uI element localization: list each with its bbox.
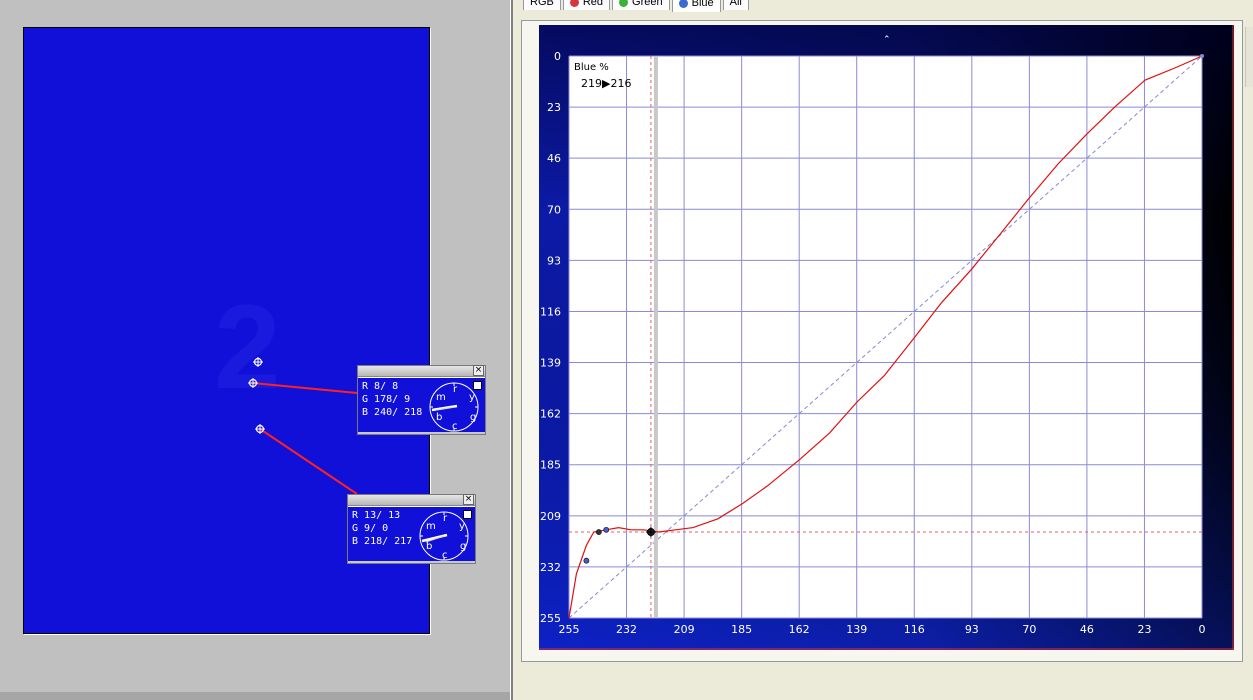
- sample-marker-1[interactable]: [253, 357, 263, 367]
- probe-1-menu-button[interactable]: [473, 381, 482, 390]
- channel-label: Blue %: [574, 62, 609, 73]
- probe-1-b-before: 240: [374, 407, 393, 418]
- probe-2-b-sep: /: [382, 536, 395, 547]
- probe-2-b-after: 217: [394, 536, 413, 547]
- tab-label: All: [729, 0, 742, 8]
- probe-1-dial-m: m: [436, 392, 446, 403]
- y-tick-label: 46: [547, 152, 561, 165]
- y-tick-label: 93: [547, 254, 561, 267]
- probe-1-dial-b: b: [436, 412, 442, 423]
- probe-2-dial-g: g: [460, 541, 466, 552]
- x-tick-label: 93: [965, 623, 979, 636]
- x-tick-label: 185: [731, 623, 752, 636]
- x-tick-label: 23: [1137, 623, 1151, 636]
- probe-2-dial-c: c: [442, 550, 448, 561]
- probe-2-dial-m: m: [426, 521, 436, 532]
- color-probe-1[interactable]: × R 8/ 8 G 178/ 9 B 240/ 218 m r y b c g: [357, 365, 486, 435]
- y-tick-label: 139: [540, 357, 561, 370]
- image-workspace: 2 × R 8/ 8 G 178/ 9 B 240/ 218 m r y b c…: [0, 0, 510, 692]
- probe-1-r-sep: /: [380, 381, 393, 392]
- probe-1-g-label: G: [362, 394, 375, 405]
- color-probe-2[interactable]: × R 13/ 13 G 9/ 0 B 218/ 217 m r y b c g: [347, 494, 476, 564]
- sample-marker-2[interactable]: [248, 378, 258, 388]
- tab-label: Green: [632, 0, 663, 8]
- x-tick-label: 162: [789, 623, 810, 636]
- panel-scrollbar[interactable]: [1245, 27, 1253, 87]
- probe-2-r-before: 13: [364, 510, 377, 521]
- readout-input: 219: [581, 77, 602, 90]
- probe-2-titlebar[interactable]: ×: [348, 494, 475, 506]
- probe-1-b-label: B: [362, 407, 375, 418]
- x-tick-label: 0: [1199, 623, 1206, 636]
- probe-1-body: R 8/ 8 G 178/ 9 B 240/ 218 m r y b c g: [358, 377, 485, 432]
- y-tick-label: 232: [540, 561, 561, 574]
- tab-blue-dot-icon: [678, 0, 688, 8]
- probe-1-g-sep: /: [392, 394, 405, 405]
- probe-1-b-sep: /: [392, 407, 405, 418]
- probe-2-g-after: 0: [382, 523, 389, 534]
- x-tick-label: 255: [559, 623, 580, 636]
- curve-endpoint: [1200, 54, 1204, 58]
- probe-1-dial-c: c: [452, 421, 458, 432]
- probe-2-dial-y: y: [459, 521, 465, 532]
- probe-2-body: R 13/ 13 G 9/ 0 B 218/ 217 m r y b c g: [348, 506, 475, 561]
- probe-1-dial-g: g: [470, 412, 476, 423]
- canvas-digit: 2: [214, 280, 281, 414]
- x-tick-label: 70: [1022, 623, 1036, 636]
- probe-1-g-before: 178: [374, 394, 393, 405]
- probe-2-b-before: 218: [364, 536, 383, 547]
- tab-label: RGB: [530, 0, 554, 8]
- curve-control-point: [595, 529, 602, 535]
- probe-2-g-label: G: [352, 523, 365, 534]
- y-tick-label: 185: [540, 459, 561, 472]
- y-tick-label: 70: [547, 203, 561, 216]
- probe-1-close-button[interactable]: ×: [473, 365, 484, 376]
- probe-2-b-label: B: [352, 536, 365, 547]
- tab-blue[interactable]: Blue: [671, 0, 721, 12]
- probe-2-r-sep: /: [376, 510, 389, 521]
- probe-2-r-label: R: [352, 510, 365, 521]
- probe-1-r-label: R: [362, 381, 375, 392]
- tab-label: Blue: [691, 0, 714, 9]
- y-tick-label: 23: [547, 101, 561, 114]
- curves-chart[interactable]: ⌃ 023467093116139162185209232255 255 232 2…: [539, 25, 1234, 650]
- probe-1-values: R 8/ 8 G 178/ 9 B 240/ 218: [362, 380, 422, 419]
- y-tick-label: 162: [540, 408, 561, 421]
- curve-control-point: [583, 557, 590, 564]
- probe-2-r-after: 13: [388, 510, 401, 521]
- readout-output: 216: [610, 77, 631, 90]
- probe-1-titlebar[interactable]: ×: [358, 365, 485, 377]
- probe-1-g-after: 9: [404, 394, 411, 405]
- probe-2-dial-b: b: [426, 541, 432, 552]
- sample-marker-3[interactable]: [255, 424, 265, 434]
- tab-rgb[interactable]: RGB: [523, 0, 561, 10]
- probe-1-r-after: 8: [392, 381, 399, 392]
- tab-red-dot-icon: [569, 0, 579, 7]
- x-tick-label: 232: [616, 623, 637, 636]
- tab-red[interactable]: Red: [562, 0, 611, 10]
- x-tick-label: 139: [846, 623, 867, 636]
- probe-2-values: R 13/ 13 G 9/ 0 B 218/ 217: [352, 509, 412, 548]
- x-tick-label: 116: [904, 623, 925, 636]
- probe-1-b-after: 218: [404, 407, 423, 418]
- readout: 219▶216: [581, 77, 631, 90]
- tab-green-dot-icon: [619, 0, 629, 7]
- x-tick-label: 46: [1080, 623, 1094, 636]
- top-handle-icon: ⌃: [883, 35, 891, 45]
- status-strip: [0, 692, 510, 700]
- x-tick-label: 209: [674, 623, 695, 636]
- tab-all[interactable]: All: [722, 0, 749, 10]
- tab-label: Red: [582, 0, 604, 8]
- probe-2-menu-button[interactable]: [463, 510, 472, 519]
- channel-tabs: RGB Red Green Blue All: [523, 0, 751, 12]
- y-tick-label: 0: [554, 50, 561, 63]
- probe-1-dial-y: y: [469, 392, 475, 403]
- probe-2-close-button[interactable]: ×: [463, 494, 474, 505]
- curve-control-point: [603, 526, 610, 533]
- y-tick-label: 209: [540, 510, 561, 523]
- y-tick-label: 116: [540, 305, 561, 318]
- probe-2-g-sep: /: [370, 523, 383, 534]
- tab-green[interactable]: Green: [612, 0, 670, 10]
